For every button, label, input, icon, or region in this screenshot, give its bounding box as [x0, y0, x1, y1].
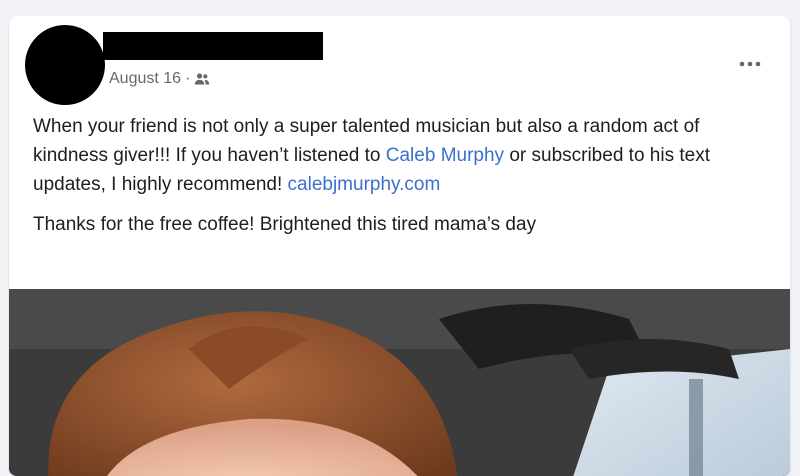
author-avatar-redacted[interactable]	[25, 25, 105, 105]
post-paragraph-1: When your friend is not only a super tal…	[33, 112, 753, 199]
friends-icon[interactable]	[194, 72, 210, 86]
post-meta: August 16 ·	[109, 68, 210, 90]
author-name-redacted[interactable]	[103, 32, 323, 60]
url-link[interactable]: calebjmurphy.com	[288, 174, 441, 195]
post-photo[interactable]	[9, 289, 790, 476]
post-text: When your friend is not only a super tal…	[33, 112, 753, 239]
mention-link[interactable]: Caleb Murphy	[386, 145, 504, 166]
more-options-icon	[739, 61, 761, 67]
photo-illustration	[9, 289, 790, 476]
post-date[interactable]: August 16	[109, 70, 181, 88]
meta-separator: ·	[185, 70, 191, 87]
post-paragraph-2: Thanks for the free coffee! Brightened t…	[33, 214, 537, 235]
more-options-button[interactable]	[732, 50, 768, 78]
post-card: August 16 · When your friend is not only…	[9, 16, 790, 476]
